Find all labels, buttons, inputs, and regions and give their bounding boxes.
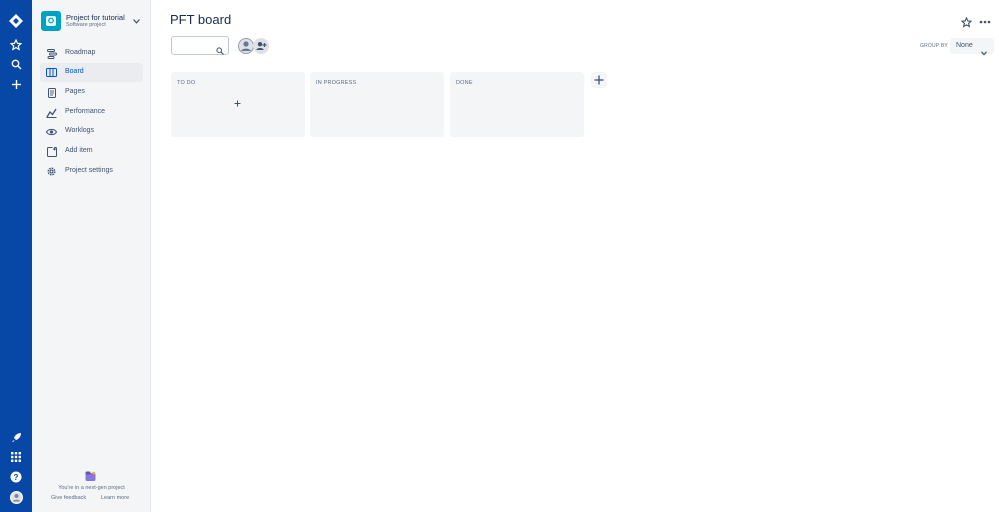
plus-icon [594,75,604,85]
search-input[interactable] [175,39,215,52]
project-name: Project for tutorial [66,13,125,22]
board-column-done: DONE [450,72,584,137]
sidebar-item-board[interactable]: Board [40,63,143,82]
chevron-down-icon[interactable] [131,16,141,26]
performance-icon [46,107,57,118]
board-icon [46,67,57,78]
search-icon[interactable] [7,55,25,73]
add-item-icon [46,146,57,157]
sidebar-item-worklogs[interactable]: Worklogs [40,122,143,141]
worklogs-icon [46,126,57,137]
next-gen-project-notice: You're in a next-gen project [58,485,125,491]
more-options-icon[interactable] [978,15,992,29]
svg-text:?: ? [14,473,19,482]
group-by-select[interactable]: None [950,38,994,56]
chevron-down-icon [981,43,987,56]
sidebar-item-label: Performance [65,108,106,115]
help-icon[interactable]: ? [7,468,25,486]
board-column-todo: TO DO [171,72,305,137]
group-by-label: GROUP BY [920,43,948,49]
column-title: DONE [456,80,473,86]
create-plus-icon[interactable] [7,75,25,93]
project-header[interactable]: Project for tutorial Software project [41,11,145,33]
roadmap-icon [46,48,57,59]
sidebar-item-label: Project settings [65,167,113,174]
profile-avatar-icon[interactable] [7,488,25,506]
project-type: Software project [66,22,106,28]
sidebar-item-pages[interactable]: Pages [40,83,143,102]
add-people-icon[interactable] [253,38,269,54]
sidebar-item-add-item[interactable]: Add item [40,142,143,161]
search-field[interactable] [171,36,229,55]
global-navigation: ? [0,0,32,512]
star-icon[interactable] [7,36,25,54]
create-issue-plus-icon[interactable] [233,99,242,108]
app-switcher-icon[interactable] [7,448,25,466]
jira-logo-icon[interactable] [7,12,25,30]
next-gen-project-icon [85,469,96,481]
search-icon [216,42,224,55]
rocket-icon[interactable] [7,428,25,446]
page-title: PFT board [170,12,232,27]
project-avatar [41,11,61,31]
sidebar-item-label: Worklogs [65,127,95,134]
column-title: TO DO [177,80,196,86]
sidebar-item-label: Add item [65,147,93,154]
star-icon[interactable] [959,15,973,29]
settings-gear-icon [46,166,57,177]
learn-more-link[interactable]: Learn more [101,495,129,501]
user-avatar[interactable] [238,38,254,54]
sidebar-item-roadmap[interactable]: Roadmap [40,44,143,63]
sidebar-item-project-settings[interactable]: Project settings [40,162,143,181]
column-title: IN PROGRESS [316,80,357,86]
sidebar-item-label: Roadmap [65,49,96,56]
sidebar-item-label: Pages [65,88,85,95]
give-feedback-link[interactable]: Give feedback [51,495,86,501]
sidebar-item-performance[interactable]: Performance [40,103,143,122]
sidebar-item-label: Board [65,68,84,75]
add-column-button[interactable] [591,72,607,88]
board-column-in-progress: IN PROGRESS [310,72,444,137]
group-by-value: None [956,42,973,49]
pages-icon [46,87,57,98]
project-sidebar: Project for tutorial Software project Ro… [32,0,151,512]
